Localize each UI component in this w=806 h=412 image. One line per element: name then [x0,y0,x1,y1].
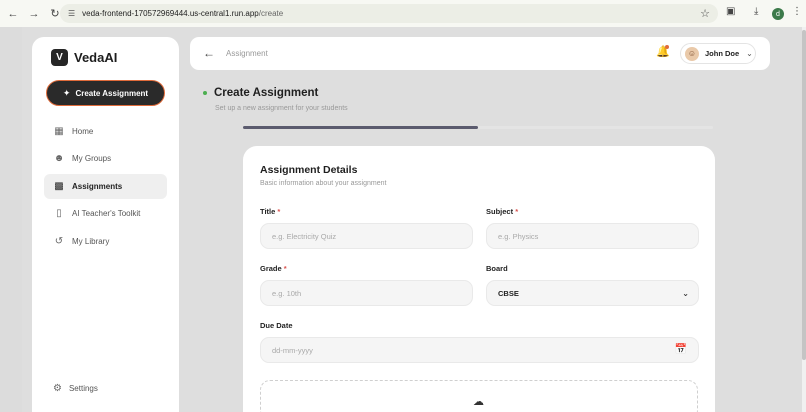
extensions-icon[interactable]: ▣ [726,6,735,17]
address-bar[interactable]: ☰ veda-frontend-170572969444.us-central1… [60,4,718,23]
download-icon[interactable]: ⤓ [754,6,758,17]
card-title: Assignment Details [260,164,358,176]
sidebar-item-settings[interactable]: ⚙ Settings [53,383,98,394]
chevron-down-icon: ⌄ [682,289,689,298]
top-bar: ← Assignment 🔔 ☺ John Doe ⌄ [190,37,770,70]
history-icon: ↺ [54,235,64,247]
title-input[interactable]: e.g. Electricity Quiz [260,223,473,249]
create-assignment-button[interactable]: ✦ Create Assignment [46,80,165,106]
sidebar: V VedaAI ✦ Create Assignment ▦ Home ☻ My… [32,37,179,412]
avatar: ☺ [685,46,699,61]
url-path: /create [258,9,284,18]
page-subtitle: Set up a new assignment for your student… [215,105,348,112]
sidebar-item-label: Assignments [72,181,123,191]
sidebar-item-label: Home [72,127,94,136]
sidebar-item-label: My Library [72,236,110,246]
assignment-details-card: Assignment Details Basic information abo… [243,146,715,412]
gear-icon: ⚙ [53,383,62,394]
subject-input[interactable]: e.g. Physics [486,223,699,249]
chevron-down-icon: ⌄ [746,49,753,58]
back-arrow-icon[interactable]: ← [5,6,21,22]
progress-bar [243,126,713,129]
subject-label-text: Subject [486,207,514,216]
sidebar-item-my-groups[interactable]: ☻ My Groups [44,146,167,171]
sidebar-item-label: My Groups [72,154,112,164]
user-name: John Doe [705,49,740,58]
breadcrumb: Assignment [226,49,268,58]
app-page: V VedaAI ✦ Create Assignment ▦ Home ☻ My… [22,27,802,412]
users-icon: ☻ [53,153,65,165]
status-dot [203,91,207,95]
sidebar-item-my-library[interactable]: ↺ My Library [44,229,167,254]
due-date-label: Due Date [260,321,293,330]
browser-toolbar: ← → ↻ ☰ veda-frontend-170572969444.us-ce… [0,0,806,27]
board-select[interactable]: CBSE ⌄ [486,280,699,306]
page-scrollbar-thumb[interactable] [802,30,806,360]
bookmark-star-icon[interactable]: ☆ [700,7,710,20]
sidebar-item-label: AI Teacher's Toolkit [72,209,141,219]
board-label: Board [486,264,508,273]
page-title: Create Assignment [214,87,319,99]
subject-label: Subject * [486,207,518,216]
url-host: veda-frontend-170572969444.us-central1.r… [82,9,259,18]
user-menu[interactable]: ☺ John Doe ⌄ [680,43,756,64]
logo-mark-icon: V [51,49,68,66]
grid-icon: ▦ [54,126,64,137]
file-icon: ▩ [54,180,64,192]
sidebar-item-ai-toolkit[interactable]: ▯ AI Teacher's Toolkit [44,201,167,226]
profile-avatar[interactable]: d [772,8,784,20]
sparkle-icon: ✦ [62,87,71,98]
back-arrow-icon[interactable]: ← [203,46,215,60]
required-mark: * [283,264,287,273]
title-label: Title * [260,207,280,216]
notification-badge [665,45,669,49]
cloud-upload-icon: ☁ [473,396,484,408]
grade-input[interactable]: e.g. 10th [260,280,473,306]
tablet-icon: ▯ [56,208,62,220]
due-date-placeholder: dd-mm-yyyy [272,345,313,355]
calendar-plus-icon[interactable]: 📅 [675,344,687,355]
brand-name: VedaAI [74,50,118,65]
sidebar-item-assignments[interactable]: ▩ Assignments [44,173,167,199]
progress-fill [243,126,478,129]
card-subtitle: Basic information about your assignment [260,180,387,187]
create-assignment-label: Create Assignment [75,88,149,98]
grade-label-text: Grade [260,264,282,273]
grade-label: Grade * [260,264,287,273]
sidebar-menu: ▦ Home ☻ My Groups ▩ Assignments ▯ AI Te… [44,119,167,256]
required-mark: * [515,207,519,216]
forward-arrow-icon[interactable]: → [26,6,42,22]
file-upload-dropzone[interactable]: ☁ [260,380,698,412]
settings-label: Settings [68,384,98,393]
site-info-icon[interactable]: ☰ [68,9,75,18]
due-date-input[interactable]: dd-mm-yyyy 📅 [260,337,699,363]
required-mark: * [277,207,281,216]
browser-menu-icon[interactable]: ⋮ [792,6,802,17]
sidebar-item-home[interactable]: ▦ Home [44,119,167,144]
brand-logo[interactable]: V VedaAI [51,49,117,66]
title-label-text: Title [260,207,276,216]
board-selected-value: CBSE [498,288,519,298]
